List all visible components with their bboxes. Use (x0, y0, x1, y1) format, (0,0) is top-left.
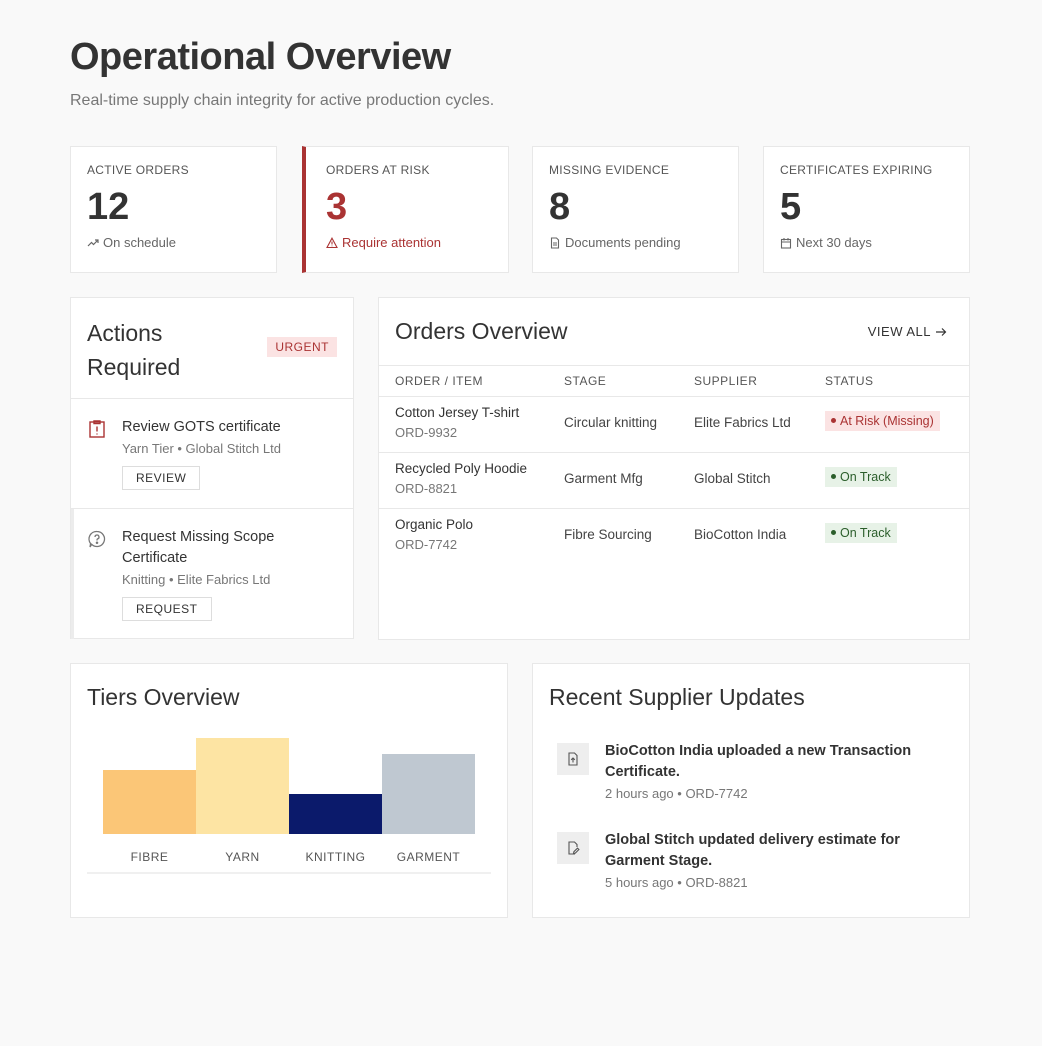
tiers-panel: Tiers Overview FIBRE YARN KNITTING GARMENT (70, 663, 508, 918)
update-meta: 2 hours ago • ORD-7742 (605, 786, 748, 801)
updates-title: Recent Supplier Updates (549, 684, 805, 710)
column-header: STATUS (825, 374, 874, 388)
order-item: Recycled Poly Hoodie (395, 461, 528, 476)
actions-title: Actions Required (87, 320, 181, 380)
status-badge: At Risk (Missing) (825, 411, 940, 431)
bar-knitting (289, 794, 382, 834)
order-stage: Circular knitting (564, 415, 658, 430)
update-title: Global Stitch updated delivery estimate … (605, 832, 900, 869)
action-title: Request Missing Scope Certificate (122, 529, 275, 566)
kpi-label: MISSING EVIDENCE (549, 163, 670, 177)
alert-clipboard-icon (89, 420, 105, 438)
tick-label: GARMENT (397, 850, 461, 864)
order-supplier: BioCotton India (694, 527, 787, 542)
update-item[interactable]: Global Stitch updated delivery estimate … (557, 830, 937, 890)
status-dot (831, 474, 836, 480)
kpi-sub-text: Next 30 days (796, 235, 872, 250)
update-meta: 5 hours ago • ORD-8821 (605, 875, 748, 890)
update-title: BioCotton India uploaded a new Transacti… (605, 743, 912, 780)
kpi-certificates-expiring[interactable]: CERTIFICATES EXPIRING 5 Next 30 days (763, 146, 970, 273)
tick-label: YARN (225, 850, 259, 864)
order-supplier: Elite Fabrics Ltd (694, 415, 791, 430)
kpi-label: ORDERS AT RISK (326, 163, 430, 177)
warning-icon (326, 236, 338, 248)
orders-panel: Orders Overview VIEW ALL ORDER / ITEM ST… (378, 297, 970, 640)
action-meta: Knitting • Elite Fabrics Ltd (122, 572, 271, 587)
kpi-sub-text: On schedule (103, 235, 176, 250)
action-meta: Yarn Tier • Global Stitch Ltd (122, 441, 281, 456)
table-row[interactable]: Cotton Jersey T-shirt ORD-9932 Circular … (379, 397, 969, 453)
status-text: At Risk (Missing) (840, 414, 934, 428)
order-item: Organic Polo (395, 517, 474, 532)
action-item: Review GOTS certificate Yarn Tier • Glob… (71, 399, 353, 509)
help-bubble-icon (88, 530, 106, 548)
actions-header: Actions Required URGENT (71, 298, 353, 399)
calendar-icon (780, 237, 792, 249)
kpi-sub: Next 30 days (780, 235, 953, 250)
document-icon (550, 236, 560, 249)
tick-label: FIBRE (131, 850, 169, 864)
updates-panel: Recent Supplier Updates BioCotton India … (532, 663, 970, 918)
table-row[interactable]: Recycled Poly Hoodie ORD-8821 Garment Mf… (379, 453, 969, 509)
column-header: STAGE (564, 374, 607, 388)
table-header: ORDER / ITEM STAGE SUPPLIER STATUS (379, 366, 969, 397)
request-button[interactable]: REQUEST (122, 597, 212, 621)
order-supplier: Global Stitch (694, 471, 771, 486)
kpi-sub-text: Documents pending (565, 235, 681, 250)
kpi-sub: On schedule (87, 235, 260, 250)
kpi-value: 3 (326, 186, 348, 228)
page-title: Operational Overview (70, 36, 451, 78)
status-text: On Track (840, 526, 891, 540)
kpi-active-orders[interactable]: ACTIVE ORDERS 12 On schedule (70, 146, 277, 273)
order-stage: Garment Mfg (564, 471, 643, 486)
orders-header: Orders Overview VIEW ALL (379, 298, 969, 366)
bar-yarn (196, 738, 289, 834)
kpi-sub: Require attention (326, 235, 492, 250)
column-header: ORDER / ITEM (395, 374, 484, 388)
column-header: SUPPLIER (694, 374, 758, 388)
status-badge: On Track (825, 523, 897, 543)
kpi-label: CERTIFICATES EXPIRING (780, 163, 933, 177)
tiers-title: Tiers Overview (87, 684, 240, 710)
kpi-label: ACTIVE ORDERS (87, 163, 189, 177)
tiers-bar-chart: FIBRE YARN KNITTING GARMENT (87, 738, 491, 874)
kpi-sub: Documents pending (549, 235, 722, 250)
arrow-right-icon (936, 327, 947, 336)
action-item: Request Missing Scope Certificate Knitti… (71, 509, 353, 639)
urgent-badge: URGENT (267, 337, 337, 357)
file-edit-icon (557, 832, 589, 864)
table-row[interactable]: Organic Polo ORD-7742 Fibre Sourcing Bio… (379, 509, 969, 565)
kpi-missing-evidence[interactable]: MISSING EVIDENCE 8 Documents pending (532, 146, 739, 273)
status-text: On Track (840, 470, 891, 484)
order-id: ORD-7742 (395, 537, 458, 552)
order-stage: Fibre Sourcing (564, 527, 652, 542)
trend-up-icon (87, 238, 99, 246)
update-item[interactable]: BioCotton India uploaded a new Transacti… (557, 741, 937, 801)
view-all-label: VIEW ALL (867, 324, 931, 339)
kpi-orders-at-risk[interactable]: ORDERS AT RISK 3 Require attention (302, 146, 509, 273)
view-all-link[interactable]: VIEW ALL (868, 324, 947, 339)
page-subtitle: Real-time supply chain integrity for act… (70, 92, 495, 109)
order-item: Cotton Jersey T-shirt (395, 405, 520, 420)
order-id: ORD-9932 (395, 425, 458, 440)
file-upload-icon (557, 743, 589, 775)
actions-panel: Actions Required URGENT Review GOTS cert… (70, 297, 354, 639)
bar-garment (382, 754, 475, 834)
kpi-sub-text: Require attention (342, 235, 442, 250)
tick-label: KNITTING (306, 850, 366, 864)
order-id: ORD-8821 (395, 481, 458, 496)
bar-fibre (103, 770, 196, 834)
tiers-chart: FIBRE YARN KNITTING GARMENT (87, 734, 491, 874)
kpi-value: 5 (780, 186, 802, 228)
action-title: Review GOTS certificate (122, 419, 281, 435)
kpi-value: 8 (549, 186, 571, 228)
review-button[interactable]: REVIEW (122, 466, 201, 490)
kpi-value: 12 (87, 186, 130, 228)
status-dot (831, 530, 836, 536)
status-dot (831, 418, 836, 424)
status-badge: On Track (825, 467, 897, 487)
